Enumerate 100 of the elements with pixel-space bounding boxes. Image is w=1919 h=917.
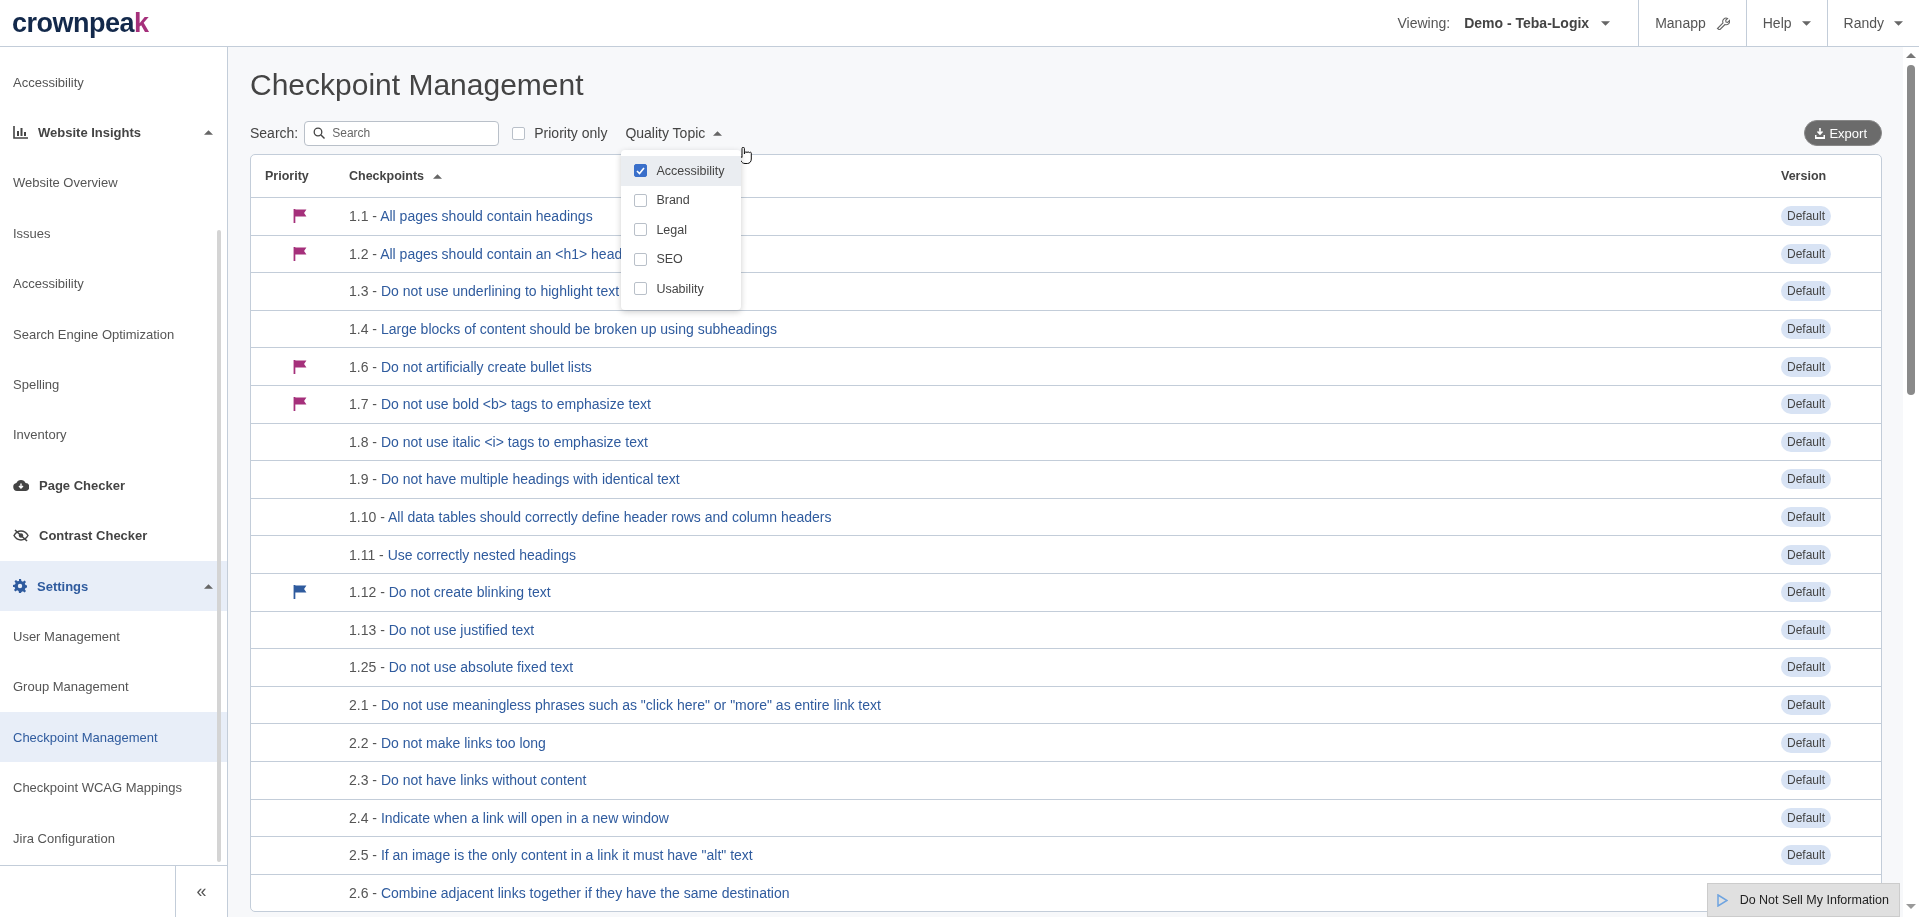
sidebar-item[interactable]: Checkpoint Management: [0, 712, 227, 763]
version-tag: Default: [1781, 544, 1832, 565]
dropdown-option[interactable]: Brand: [621, 185, 742, 215]
sidebar-item[interactable]: Website Overview: [0, 157, 227, 209]
do-not-sell-button[interactable]: Do Not Sell My Information: [1706, 883, 1900, 917]
search-field[interactable]: Search: [304, 120, 500, 146]
checkbox[interactable]: [634, 193, 648, 207]
search-icon: [313, 126, 326, 139]
checkpoint-link[interactable]: 2.6 - Combine adjacent links together if they have the same destination: [349, 885, 790, 901]
play-icon: [1716, 893, 1728, 907]
version-tag: Default: [1781, 582, 1832, 603]
checkpoint-link[interactable]: 1.1 - All pages should contain headings: [349, 208, 593, 225]
checkpoint-link[interactable]: 2.5 - If an image is the only content in a link it must have "alt" text: [349, 847, 753, 864]
scroll-up-icon[interactable]: [1906, 53, 1916, 58]
checkpoint-link[interactable]: 2.2 - Do not make links too long: [349, 734, 546, 751]
download-icon: [1815, 127, 1826, 139]
column-header[interactable]: Version: [1781, 169, 1827, 183]
caret-icon: [204, 130, 213, 136]
checkpoint-link[interactable]: 2.1 - Do not use meaningless phrases such as "click here" or "more" as entire link text: [349, 697, 881, 713]
dropdown-option[interactable]: Usability: [621, 274, 742, 304]
bar-chart-icon: [13, 126, 28, 140]
checkpoint-link[interactable]: 1.13 - Do not use justified text: [349, 621, 535, 638]
checkbox[interactable]: [634, 223, 648, 237]
caret-icon: [1601, 20, 1611, 26]
dropdown-option[interactable]: SEO: [621, 244, 742, 274]
checkpoint-link[interactable]: 1.10 - All data tables should correctly define header rows and column headers: [349, 509, 832, 526]
page-title: Checkpoint Management: [250, 68, 585, 102]
checkpoint-link[interactable]: 1.6 - Do not artificially create bullet lists: [349, 358, 592, 375]
version-tag: Default: [1781, 469, 1832, 490]
version-tag: Default: [1781, 431, 1832, 452]
checkpoint-link[interactable]: 1.11 - Use correctly nested headings: [349, 546, 576, 563]
checkpoint-link[interactable]: 1.9 - Do not have multiple headings with identical text: [349, 471, 680, 488]
caret-icon: [204, 583, 213, 589]
search-label: Search:: [250, 125, 299, 141]
checkbox[interactable]: [512, 126, 526, 140]
eye-slash-icon: [13, 529, 29, 543]
site-selector[interactable]: Demo - Teba-Logix: [1464, 15, 1611, 31]
checkpoint-link[interactable]: 1.8 - Do not use italic <i> tags to emphasize text: [349, 433, 648, 450]
version-tag: Default: [1781, 807, 1832, 828]
version-tag: Default: [1781, 845, 1832, 866]
sidebar-item[interactable]: Search Engine Optimization: [0, 308, 227, 360]
sidebar-item[interactable]: Group Management: [0, 661, 227, 713]
cloud-download-icon: [13, 479, 29, 492]
sidebar-item[interactable]: Contrast Checker: [0, 510, 227, 561]
checkbox[interactable]: [634, 252, 648, 266]
sidebar-item[interactable]: Jira Configuration: [0, 812, 227, 864]
option-label: SEO: [656, 252, 683, 267]
scrollbar-thumb[interactable]: [217, 230, 221, 862]
version-tag: Default: [1781, 507, 1832, 528]
sidebar-item[interactable]: Page Checker: [0, 460, 227, 511]
checkbox[interactable]: [634, 164, 648, 178]
checkpoint-link[interactable]: 1.25 - Do not use absolute fixed text: [349, 659, 574, 676]
checkpoint-link[interactable]: 1.12 - Do not create blinking text: [349, 584, 551, 601]
column-header[interactable]: Checkpoints: [349, 169, 442, 183]
checkbox-label: Priority only: [534, 125, 608, 141]
scrollbar-thumb[interactable]: [1907, 65, 1915, 395]
column-header[interactable]: Priority: [265, 169, 309, 183]
version-tag: Default: [1781, 770, 1832, 791]
caret-icon: [713, 130, 723, 136]
option-label: Brand: [656, 193, 690, 208]
version-tag: Default: [1781, 319, 1832, 340]
version-tag: Default: [1781, 243, 1832, 264]
viewing-label: Viewing:: [1397, 15, 1451, 31]
caret-icon: [1801, 20, 1811, 26]
export-button[interactable]: Export: [1804, 120, 1882, 146]
checkpoint-link[interactable]: 2.4 - Indicate when a link will open in a new window: [349, 809, 669, 826]
checkpoint-link[interactable]: 1.2 - All pages should contain an <h1> head: [349, 245, 623, 262]
scroll-down-icon[interactable]: [1906, 904, 1916, 909]
checkpoint-link[interactable]: 1.3 - Do not use underlining to highlight text: [349, 283, 620, 300]
sidebar-item[interactable]: Checkpoint WCAG Mappings: [0, 762, 227, 813]
option-label: Legal: [656, 222, 687, 237]
gear-icon: [13, 579, 27, 594]
sidebar-item[interactable]: Accessibility: [0, 57, 227, 108]
sort-icon: [433, 173, 442, 179]
quality-topic-filter[interactable]: Quality Topic: [625, 125, 723, 141]
version-tag: Default: [1781, 281, 1832, 302]
version-tag: Default: [1781, 394, 1832, 415]
sidebar-item[interactable]: Spelling: [0, 359, 227, 410]
version-tag: Default: [1781, 619, 1832, 640]
sidebar-item[interactable]: Website Insights: [0, 107, 227, 158]
checkpoint-link[interactable]: 1.4 - Large blocks of content should be broken up using subheadings: [349, 321, 778, 338]
sidebar-item[interactable]: Issues: [0, 208, 227, 259]
checkbox[interactable]: [634, 282, 648, 296]
sidebar-item[interactable]: Accessibility: [0, 258, 227, 309]
sidebar-item[interactable]: User Management: [0, 611, 227, 662]
checkpoint-link[interactable]: 2.3 - Do not have links without content: [349, 772, 587, 789]
sidebar-item[interactable]: Inventory: [0, 409, 227, 461]
dropdown-option[interactable]: Accessibility: [621, 156, 742, 186]
version-tag: Default: [1781, 695, 1832, 715]
caret-icon: [1894, 20, 1903, 26]
version-tag: Default: [1781, 657, 1832, 678]
option-label: Accessibility: [656, 163, 725, 178]
sidebar-item[interactable]: Settings: [0, 560, 227, 612]
dropdown-option[interactable]: Legal: [621, 215, 742, 245]
wrench-icon: [1715, 16, 1730, 30]
option-label: Usability: [656, 281, 704, 296]
version-tag: Default: [1781, 356, 1832, 377]
checkpoint-link[interactable]: 1.7 - Do not use bold <b> tags to emphasize text: [349, 396, 651, 413]
version-tag: Default: [1781, 206, 1832, 227]
logo[interactable]: crownpeak: [12, 7, 149, 39]
